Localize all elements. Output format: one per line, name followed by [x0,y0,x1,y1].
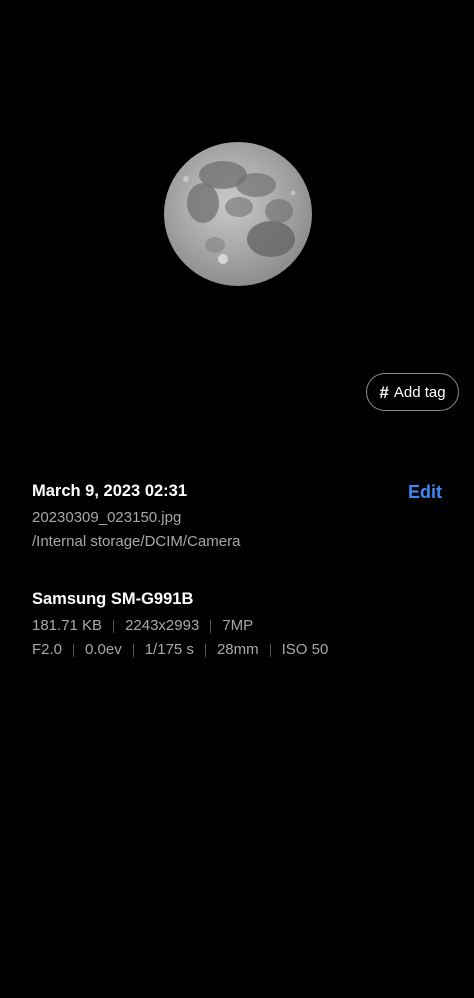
details-panel: March 9, 2023 02:31 Edit 20230309_023150… [32,480,452,662]
hash-icon: # [379,382,389,402]
file-size: 181.71 KB [32,617,103,634]
shutter-speed: 1/175 s [144,641,194,658]
divider [113,619,115,633]
resolution: 2243x2993 [125,617,200,634]
focal-length: 28mm [216,641,259,658]
camera-info-row: F2.0 0.0ev 1/175 s 28mm ISO 50 [32,638,452,662]
divider [210,619,212,633]
file-info-row: 181.71 KB 2243x2993 7MP [32,614,452,638]
date-taken: March 9, 2023 02:31 [32,482,188,500]
edit-button[interactable]: Edit [408,482,442,503]
divider [204,643,206,657]
divider [73,643,75,657]
megapixels: 7MP [222,617,254,634]
divider [132,643,134,657]
aperture: F2.0 [32,641,63,658]
file-path: /Internal storage/DCIM/Camera [32,533,241,550]
moon-image [164,142,312,286]
device-name: Samsung SM-G991B [32,590,194,608]
add-tag-button[interactable]: # Add tag [366,373,459,411]
add-tag-label: Add tag [393,383,446,401]
divider [269,643,271,657]
photo-preview[interactable] [0,0,474,370]
iso: ISO 50 [281,641,329,658]
exposure-value: 0.0ev [85,641,122,658]
file-name: 20230309_023150.jpg [32,509,182,526]
